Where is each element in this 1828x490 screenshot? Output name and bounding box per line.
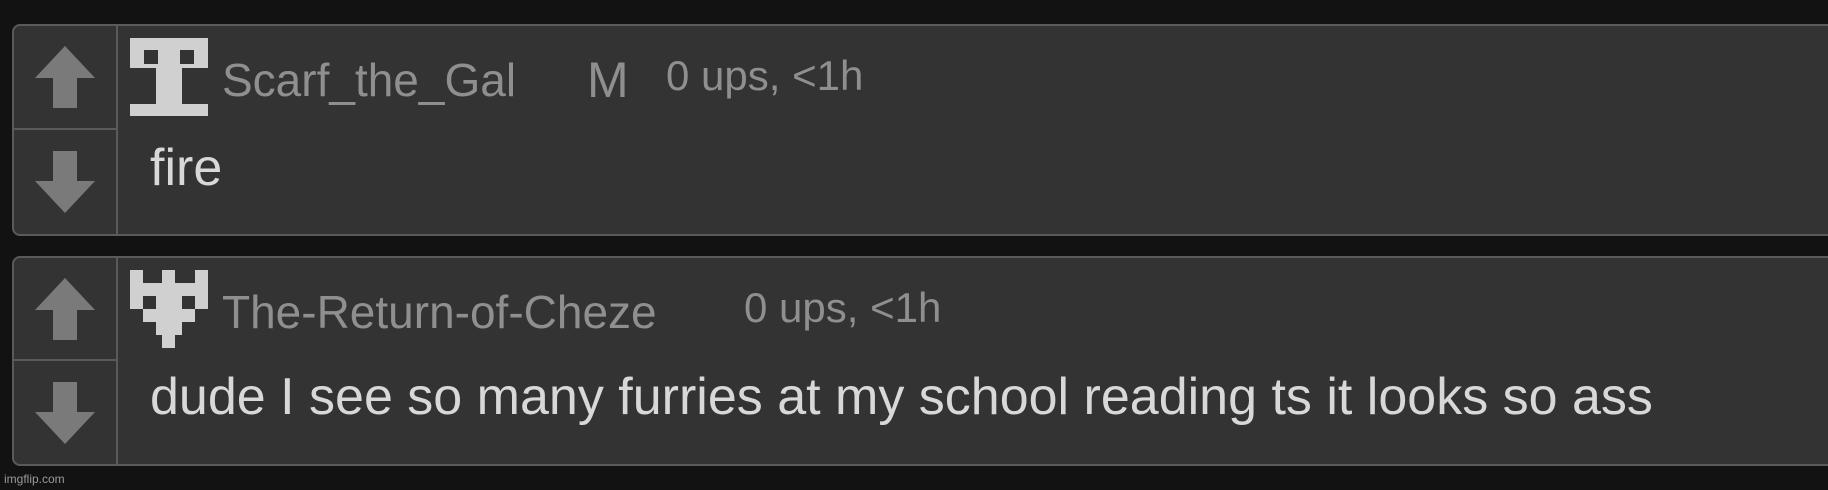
downvote-button[interactable] bbox=[14, 361, 116, 464]
comment-text: fire bbox=[150, 139, 223, 197]
mod-badge: M bbox=[587, 52, 629, 108]
vote-column bbox=[14, 258, 118, 464]
comment-meta: 0 ups, <1h bbox=[666, 52, 864, 99]
comment-card: Scarf_the_Gal M 0 ups, <1h fire bbox=[12, 24, 1828, 236]
pixel-totem-icon[interactable] bbox=[130, 38, 208, 116]
arrow-down-icon bbox=[35, 151, 95, 213]
upvote-button[interactable] bbox=[14, 258, 116, 361]
username-link[interactable]: Scarf_the_Gal bbox=[222, 50, 516, 110]
pixel-castle-icon[interactable] bbox=[130, 270, 208, 348]
downvote-button[interactable] bbox=[14, 130, 116, 234]
comment-card: The-Return-of-Cheze 0 ups, <1h dude I se… bbox=[12, 256, 1828, 466]
upvote-button[interactable] bbox=[14, 26, 116, 130]
comment-meta: 0 ups, <1h bbox=[744, 284, 942, 331]
comment-text: dude I see so many furries at my school … bbox=[150, 368, 1653, 426]
arrow-down-icon bbox=[35, 381, 95, 444]
comment-thread: Scarf_the_Gal M 0 ups, <1h fire The-Retu… bbox=[0, 0, 1828, 490]
vote-column bbox=[14, 26, 118, 234]
watermark: imgflip.com bbox=[4, 472, 65, 486]
username-link[interactable]: The-Return-of-Cheze bbox=[222, 282, 657, 342]
arrow-up-icon bbox=[35, 46, 95, 108]
arrow-up-icon bbox=[35, 277, 95, 340]
